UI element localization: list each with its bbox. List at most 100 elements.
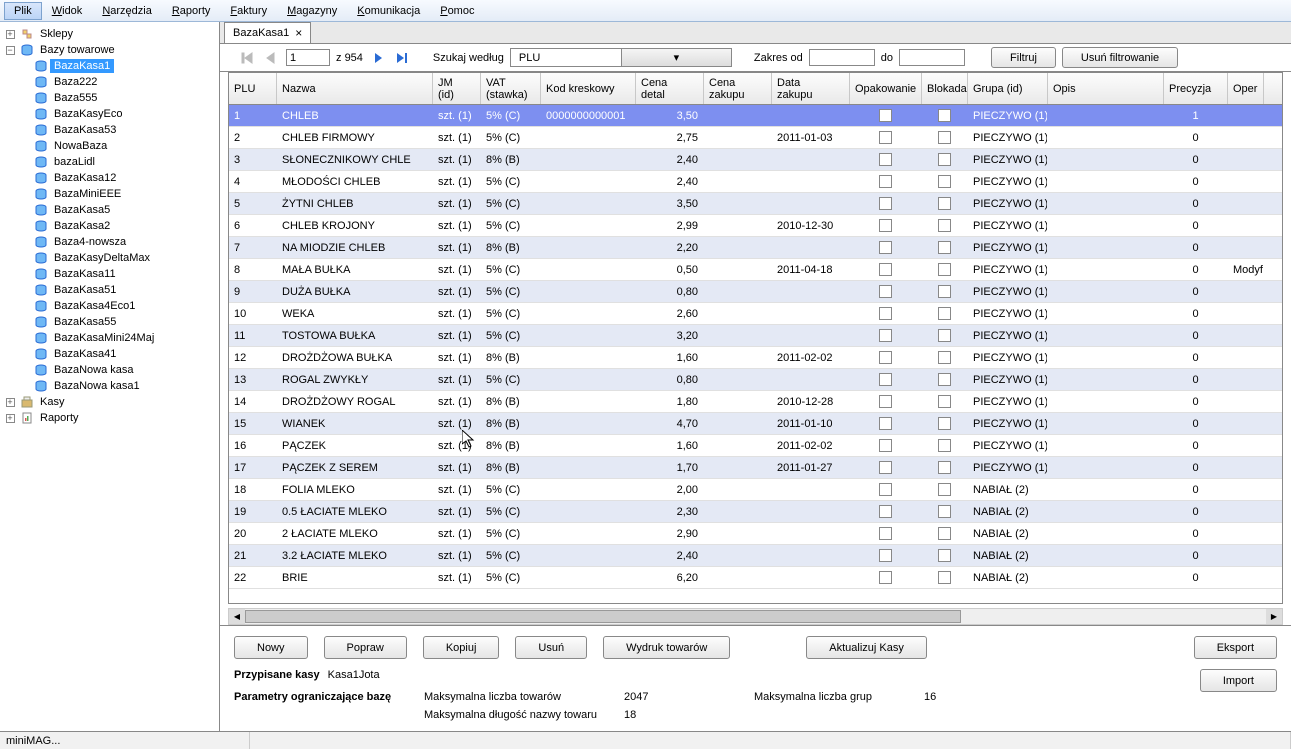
search-combo[interactable]: PLU ▾ [510, 48, 732, 67]
chevron-down-icon[interactable]: ▾ [621, 49, 731, 66]
tree-node[interactable]: BazaKasa2 [0, 218, 219, 234]
checkbox[interactable] [938, 439, 951, 452]
table-row[interactable]: 22BRIEszt. (1)5% (C)6,20NABIAŁ (2)0 [229, 567, 1282, 589]
table-row[interactable]: 202 ŁACIATE MLEKOszt. (1)5% (C)2,90NABIA… [229, 523, 1282, 545]
table-row[interactable]: 7NA MIODZIE CHLEBszt. (1)8% (B)2,20PIECZ… [229, 237, 1282, 259]
col-oper[interactable]: Oper [1228, 73, 1264, 104]
table-row[interactable]: 13ROGAL ZWYKŁYszt. (1)5% (C)0,80PIECZYWO… [229, 369, 1282, 391]
table-row[interactable]: 5ŻYTNI CHLEBszt. (1)5% (C)3,50PIECZYWO (… [229, 193, 1282, 215]
tree-node[interactable]: BazaNowa kasa1 [0, 378, 219, 394]
tree-node[interactable]: BazaKasa1 [0, 58, 219, 74]
checkbox[interactable] [879, 483, 892, 496]
scroll-thumb[interactable] [245, 610, 961, 623]
col-prec[interactable]: Precyzja [1164, 73, 1228, 104]
checkbox[interactable] [938, 527, 951, 540]
tree-node[interactable]: bazaLidl [0, 154, 219, 170]
checkbox[interactable] [938, 483, 951, 496]
tree-node[interactable]: BazaKasa5 [0, 202, 219, 218]
table-row[interactable]: 15WIANEKszt. (1)8% (B)4,702011-01-10PIEC… [229, 413, 1282, 435]
checkbox[interactable] [938, 571, 951, 584]
table-row[interactable]: 9DUŻA BUŁKAszt. (1)5% (C)0,80PIECZYWO (1… [229, 281, 1282, 303]
data-grid[interactable]: PLU Nazwa JM(id) VAT(stawka) Kod kreskow… [228, 72, 1283, 604]
tree-node[interactable]: +Sklepy [0, 26, 219, 42]
aktualizuj-button[interactable]: Aktualizuj Kasy [806, 636, 927, 659]
checkbox[interactable] [879, 153, 892, 166]
tree-node[interactable]: −Bazy towarowe [0, 42, 219, 58]
checkbox[interactable] [879, 131, 892, 144]
checkbox[interactable] [879, 505, 892, 518]
popraw-button[interactable]: Popraw [324, 636, 407, 659]
tree-node[interactable]: BazaKasa55 [0, 314, 219, 330]
table-row[interactable]: 4MŁODOŚCI CHLEBszt. (1)5% (C)2,40PIECZYW… [229, 171, 1282, 193]
table-row[interactable]: 10WEKAszt. (1)5% (C)2,60PIECZYWO (1)0 [229, 303, 1282, 325]
table-row[interactable]: 16PĄCZEKszt. (1)8% (B)1,602011-02-02PIEC… [229, 435, 1282, 457]
table-row[interactable]: 213.2 ŁACIATE MLEKOszt. (1)5% (C)2,40NAB… [229, 545, 1282, 567]
checkbox[interactable] [938, 549, 951, 562]
import-button[interactable]: Import [1200, 669, 1277, 692]
filter-button[interactable]: Filtruj [991, 47, 1056, 68]
prev-page-icon[interactable] [262, 49, 280, 67]
checkbox[interactable] [938, 307, 951, 320]
wydruk-button[interactable]: Wydruk towarów [603, 636, 730, 659]
checkbox[interactable] [879, 395, 892, 408]
eksport-button[interactable]: Eksport [1194, 636, 1277, 659]
checkbox[interactable] [879, 263, 892, 276]
checkbox[interactable] [879, 527, 892, 540]
checkbox[interactable] [879, 175, 892, 188]
checkbox[interactable] [938, 351, 951, 364]
tree-node[interactable]: BazaKasyDeltaMax [0, 250, 219, 266]
table-row[interactable]: 3SŁONECZNIKOWY CHLEszt. (1)8% (B)2,40PIE… [229, 149, 1282, 171]
horizontal-scrollbar[interactable]: ◀ ▶ [228, 608, 1283, 625]
col-cenaz[interactable]: Cenazakupu [704, 73, 772, 104]
col-vat[interactable]: VAT(stawka) [481, 73, 541, 104]
checkbox[interactable] [938, 197, 951, 210]
col-jm[interactable]: JM(id) [433, 73, 481, 104]
checkbox[interactable] [938, 395, 951, 408]
col-grupa[interactable]: Grupa (id) [968, 73, 1048, 104]
checkbox[interactable] [879, 219, 892, 232]
tree-node[interactable]: BazaKasa51 [0, 282, 219, 298]
checkbox[interactable] [938, 153, 951, 166]
checkbox[interactable] [879, 351, 892, 364]
col-opis[interactable]: Opis [1048, 73, 1164, 104]
tree-node[interactable]: BazaKasaMini24Maj [0, 330, 219, 346]
range-from-input[interactable] [809, 49, 875, 66]
checkbox[interactable] [879, 329, 892, 342]
table-row[interactable]: 6CHLEB KROJONYszt. (1)5% (C)2,992010-12-… [229, 215, 1282, 237]
tree-node[interactable]: +Kasy [0, 394, 219, 410]
tree-node[interactable]: +Raporty [0, 410, 219, 426]
tab-bazakasa1[interactable]: BazaKasa1 × [224, 22, 311, 43]
page-input[interactable] [286, 49, 330, 66]
first-page-icon[interactable] [238, 49, 256, 67]
col-dataz[interactable]: Datazakupu [772, 73, 850, 104]
menu-raporty[interactable]: Raporty [162, 2, 221, 20]
checkbox[interactable] [879, 307, 892, 320]
menu-magazyny[interactable]: Magazyny [277, 2, 347, 20]
tree-node[interactable]: BazaKasa41 [0, 346, 219, 362]
scroll-right-icon[interactable]: ▶ [1266, 609, 1282, 624]
range-to-input[interactable] [899, 49, 965, 66]
tree-node[interactable]: BazaMiniEEE [0, 186, 219, 202]
checkbox[interactable] [938, 285, 951, 298]
checkbox[interactable] [938, 461, 951, 474]
checkbox[interactable] [879, 241, 892, 254]
tree-node[interactable]: Baza555 [0, 90, 219, 106]
checkbox[interactable] [879, 373, 892, 386]
tree-node[interactable]: NowaBaza [0, 138, 219, 154]
checkbox[interactable] [938, 175, 951, 188]
table-row[interactable]: 11TOSTOWA BUŁKAszt. (1)5% (C)3,20PIECZYW… [229, 325, 1282, 347]
next-page-icon[interactable] [369, 49, 387, 67]
col-cenad[interactable]: Cenadetal [636, 73, 704, 104]
checkbox[interactable] [938, 505, 951, 518]
col-nazwa[interactable]: Nazwa [277, 73, 433, 104]
table-row[interactable]: 2CHLEB FIRMOWYszt. (1)5% (C)2,752011-01-… [229, 127, 1282, 149]
nowy-button[interactable]: Nowy [234, 636, 308, 659]
checkbox[interactable] [938, 241, 951, 254]
checkbox[interactable] [938, 109, 951, 122]
usun-button[interactable]: Usuń [515, 636, 587, 659]
checkbox[interactable] [938, 131, 951, 144]
table-row[interactable]: 190.5 ŁACIATE MLEKOszt. (1)5% (C)2,30NAB… [229, 501, 1282, 523]
checkbox[interactable] [938, 219, 951, 232]
tree-pane[interactable]: +Sklepy−Bazy towaroweBazaKasa1Baza222Baz… [0, 22, 220, 731]
tree-node[interactable]: BazaKasa4Eco1 [0, 298, 219, 314]
